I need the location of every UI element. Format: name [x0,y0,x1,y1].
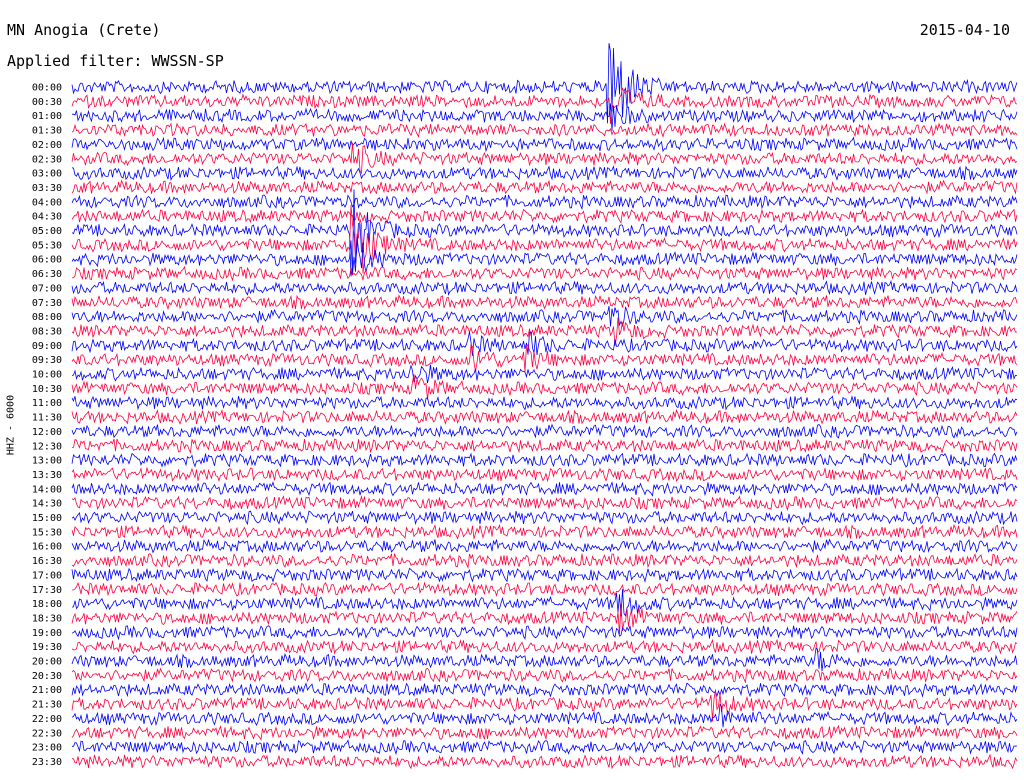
trace-line [71,438,1018,455]
trace-line [71,409,1018,425]
trace-line [71,647,1018,672]
y-tick-label: 10:00 [32,370,62,381]
trace-line [71,279,1018,296]
y-tick-label: 04:30 [32,212,62,223]
seismogram: 00:00 00:30 01:00 01:30 02:00 02:30 03:00 03:30… [32,43,1018,770]
trace-line [71,638,1018,655]
y-tick-label: 16:00 [32,542,62,553]
y-tick-label: 18:30 [32,613,62,624]
trace-line [71,753,1018,770]
trace-line [71,136,1018,153]
y-tick-label: 15:30 [32,527,62,538]
y-tick-label: 00:30 [32,97,62,108]
y-tick-label: 23:30 [32,757,62,768]
y-tick-label: 03:00 [32,169,62,180]
trace-line [71,523,1018,540]
y-tick-label: 05:30 [32,240,62,251]
y-tick-label: 17:30 [32,585,62,596]
trace-line [71,122,1018,138]
y-tick-label: 02:30 [32,154,62,165]
y-tick-label: 21:30 [32,700,62,711]
y-tick-label: 06:30 [32,269,62,280]
trace-line [71,208,1018,225]
trace-line [71,466,1018,483]
trace-line [71,194,1018,211]
y-tick-label: 21:00 [32,685,62,696]
y-tick-label: 19:30 [32,642,62,653]
trace-line [71,142,1018,175]
y-tick-label: 04:00 [32,197,62,208]
y-tick-label: 23:00 [32,743,62,754]
y-tick-label: 08:30 [32,326,62,337]
trace-line [71,625,1018,641]
trace-line [71,538,1018,554]
trace-line [71,294,1018,311]
trace-line [71,567,1018,583]
y-tick-label: 16:30 [32,556,62,567]
y-tick-label: 17:00 [32,570,62,581]
y-tick-label: 11:30 [32,413,62,424]
trace-line [71,581,1018,598]
trace-line [71,179,1018,195]
trace-line [71,364,1018,384]
trace-line [71,165,1018,182]
trace-line [71,374,1018,400]
y-tick-label: 07:00 [32,283,62,294]
trace-line [71,703,1018,728]
y-tick-label: 14:30 [32,499,62,510]
y-tick-label: 02:00 [32,140,62,151]
trace-line [71,510,1018,526]
trace-line [71,265,1018,282]
y-tick-label: 00:00 [32,83,62,94]
trace-line [71,452,1018,469]
trace-line [71,682,1018,698]
y-tick-label: 08:00 [32,312,62,323]
y-tick-label: 01:30 [32,126,62,137]
y-tick-label: 15:00 [32,513,62,524]
trace-line [71,481,1018,497]
y-tick-label: 13:30 [32,470,62,481]
y-tick-label: 09:30 [32,355,62,366]
trace-line [71,395,1018,411]
trace-line [71,331,1018,356]
y-tick-label: 22:00 [32,714,62,725]
y-tick-label: 12:00 [32,427,62,438]
y-tick-label: 05:00 [32,226,62,237]
trace-line [72,739,1018,756]
trace-line [71,553,1018,569]
trace-line [71,495,1018,512]
trace-line [71,724,1018,741]
y-tick-label: 18:00 [32,599,62,610]
y-tick-label: 11:00 [32,398,62,409]
y-tick-label: 12:30 [32,441,62,452]
y-tick-label: 03:30 [32,183,62,194]
y-tick-label: 01:00 [32,111,62,122]
y-tick-label: 19:00 [32,628,62,639]
trace-line [71,423,1018,439]
y-tick-label: 10:30 [32,384,62,395]
y-tick-label: 07:30 [32,298,62,309]
trace-line [71,667,1018,684]
y-tick-label: 20:30 [32,671,62,682]
y-tick-label: 14:00 [32,484,62,495]
y-tick-label: 06:00 [32,255,62,266]
y-tick-label: 09:00 [32,341,62,352]
y-tick-label: 20:00 [32,657,62,668]
y-tick-label: 22:30 [32,728,62,739]
trace-line [71,43,1018,124]
y-tick-label: 13:00 [32,456,62,467]
